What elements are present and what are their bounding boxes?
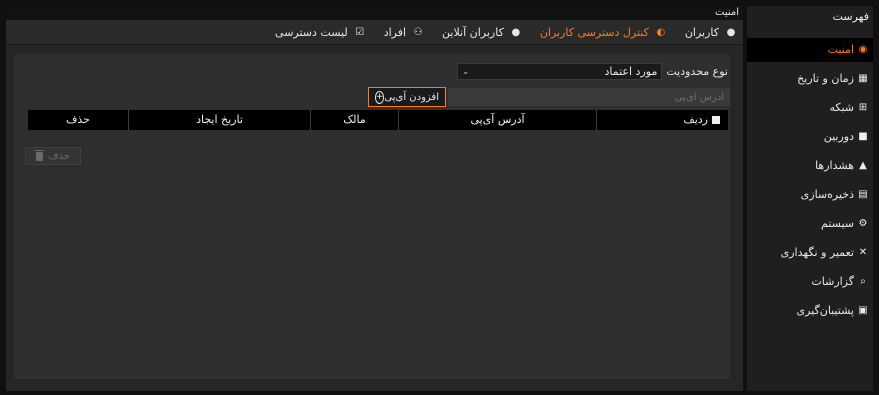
storage-icon: ▤ — [858, 189, 868, 200]
sidebar-item-storage[interactable]: ▤ ذخیره‌سازی — [747, 183, 873, 207]
sidebar-item-label: شبکه — [829, 101, 854, 114]
restriction-type-row: نوع محدودیت مورد اعتماد ⌄ — [457, 62, 728, 80]
sidebar-item-label: هشدارها — [815, 159, 854, 172]
calendar-icon: ▦ — [858, 73, 868, 84]
security-icon: ◉ — [858, 44, 868, 55]
access-control-icon: ◐ — [656, 26, 666, 38]
sidebar: فهرست ◉ امنیت ▦ زمان و تاریخ ⊞ شبکه ■ دو… — [747, 6, 873, 391]
plus-circle-icon: + — [374, 90, 385, 104]
restriction-type-select[interactable]: مورد اعتماد ⌄ — [457, 62, 663, 80]
sidebar-item-security[interactable]: ◉ امنیت — [747, 38, 873, 62]
tab-access-list-label: لیست دسترسی — [275, 25, 348, 39]
sidebar-item-label: امنیت — [827, 43, 854, 56]
sidebar-item-system[interactable]: ⚙ سیستم — [747, 212, 873, 236]
sidebar-item-label: گزارشات — [811, 275, 854, 288]
select-all-checkbox[interactable] — [712, 116, 720, 124]
sidebar-item-label: تعمیر و نگهداری — [780, 246, 854, 259]
people-icon: ⚇ — [413, 26, 423, 38]
sidebar-item-camera[interactable]: ■ دوربین — [747, 125, 873, 149]
tab-users-label: کاربران — [684, 25, 719, 39]
delete-button[interactable]: حذف — [25, 147, 81, 165]
maintenance-tools-icon: ✕ — [858, 247, 868, 258]
tab-users[interactable]: ● کاربران — [685, 26, 737, 39]
user-icon: ● — [726, 26, 736, 38]
sidebar-item-label: سیستم — [821, 217, 854, 230]
online-dot-icon: ● — [511, 26, 521, 38]
add-ip-label: افزودن آی‌پی — [384, 91, 439, 103]
network-icon: ⊞ — [858, 102, 868, 113]
tab-online-users-label: کاربران آنلاین — [442, 25, 504, 39]
sidebar-item-network[interactable]: ⊞ شبکه — [747, 96, 873, 120]
sidebar-item-alarms[interactable]: ▲ هشدارها — [747, 154, 873, 178]
add-ip-button[interactable]: افزودن آی‌پی + — [368, 87, 446, 107]
tab-online-users[interactable]: ● کاربران آنلاین — [442, 26, 522, 39]
column-ip[interactable]: آدرس آی‌پی — [398, 110, 596, 130]
sidebar-item-maintenance[interactable]: ✕ تعمیر و نگهداری — [747, 241, 873, 265]
sidebar-item-reports[interactable]: ⌕ گزارشات — [747, 270, 873, 294]
column-row: ردیف — [596, 110, 728, 130]
delete-label: حذف — [48, 150, 70, 162]
restriction-type-value: مورد اعتماد — [604, 64, 658, 78]
checklist-icon: ☑ — [355, 26, 365, 38]
column-row-label: ردیف — [683, 113, 708, 126]
ip-entry-row: افزودن آی‌پی + — [350, 87, 730, 107]
sidebar-item-backup[interactable]: ▣ پشتیبان‌گیری — [747, 299, 873, 323]
sidebar-item-datetime[interactable]: ▦ زمان و تاریخ — [747, 67, 873, 91]
tab-access-control-label: کنترل دسترسی کاربران — [539, 25, 649, 39]
sidebar-item-label: زمان و تاریخ — [797, 72, 854, 85]
column-created-date[interactable]: تاریخ ایجاد — [128, 110, 310, 130]
trash-icon — [35, 149, 45, 161]
app-frame: امنیت ● کاربران ◐ کنترل دسترسی کاربران ●… — [0, 0, 879, 395]
reports-icon: ⌕ — [860, 276, 866, 287]
ip-address-input[interactable] — [448, 88, 730, 106]
column-delete: حذف — [66, 113, 90, 126]
content-area: نوع محدودیت مورد اعتماد ⌄ افزودن آی‌پی +… — [14, 54, 730, 379]
chevron-down-icon: ⌄ — [462, 66, 470, 76]
sidebar-item-label: دوربین — [823, 130, 854, 143]
backup-icon: ▣ — [858, 305, 868, 316]
sidebar-title: فهرست — [832, 10, 869, 23]
page-title: امنیت — [6, 6, 743, 20]
sidebar-menu: ◉ امنیت ▦ زمان و تاریخ ⊞ شبکه ■ دوربین ▲… — [747, 38, 873, 323]
tab-bar: ● کاربران ◐ کنترل دسترسی کاربران ● کاربر… — [6, 20, 743, 45]
ip-table-header: ردیف آدرس آی‌پی مالک تاریخ ایجاد حذف — [28, 110, 728, 130]
sidebar-item-label: ذخیره‌سازی — [800, 188, 854, 201]
tab-access-control[interactable]: ◐ کنترل دسترسی کاربران — [540, 26, 667, 39]
camera-icon: ■ — [858, 131, 868, 142]
tab-people-label: افراد — [383, 25, 407, 39]
tab-people[interactable]: ⚇ افراد — [384, 26, 424, 39]
alarm-bell-icon: ▲ — [859, 160, 867, 171]
tab-access-list[interactable]: ☑ لیست دسترسی — [275, 26, 366, 39]
system-gear-icon: ⚙ — [858, 218, 868, 229]
sidebar-item-label: پشتیبان‌گیری — [796, 304, 855, 317]
column-owner[interactable]: مالک — [310, 110, 398, 130]
restriction-type-label: نوع محدودیت — [666, 64, 728, 78]
